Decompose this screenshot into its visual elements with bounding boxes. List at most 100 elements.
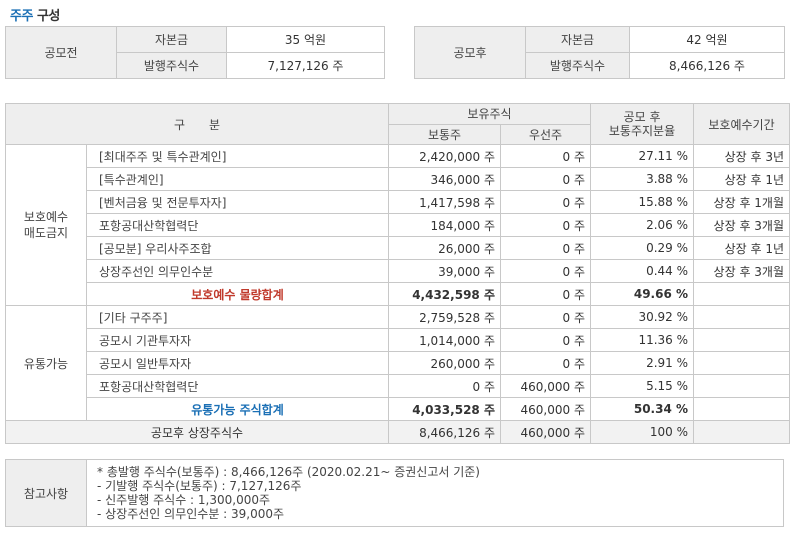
- row-preferred: 0 주: [499, 144, 592, 168]
- table-row: 유통가능 [기타 구주주] 2,759,528 주 0 주 30.92 %: [5, 305, 791, 421]
- row-lockup: [693, 328, 791, 352]
- row-lockup: 상장 후 3개월: [693, 259, 791, 283]
- row-lockup: 상장 후 1년: [693, 236, 791, 260]
- section-title-rest: 구성: [32, 9, 60, 24]
- note-line: * 총발행 주식수(보통주) : 8,466,126주 (2020.02.21~…: [97, 465, 480, 479]
- total-ratio: 100 %: [590, 420, 695, 444]
- notes-label: 참고사항: [5, 459, 87, 527]
- row-lockup: 상장 후 3년: [693, 144, 791, 168]
- before-capital-value: 35 억원: [226, 26, 385, 53]
- header-lockup: 보호예수기간: [693, 103, 791, 145]
- row-common: 2,420,000 주: [388, 144, 501, 168]
- table-row: 공모시 일반투자자 260,000 주 0 주 2.91 %: [6, 351, 791, 375]
- row-name: 포항공대산학협력단: [86, 374, 389, 398]
- row-lockup: [693, 374, 791, 398]
- row-name: [기타 구주주]: [86, 305, 389, 329]
- row-preferred: 0 주: [499, 328, 592, 352]
- group-lockup-label: 보호예수 매도금지: [5, 144, 87, 306]
- row-ratio: 2.91 %: [590, 351, 695, 375]
- row-preferred: 0 주: [499, 190, 592, 214]
- header-common: 보통주: [388, 123, 501, 145]
- header-holdings: 보유주식: [387, 103, 592, 125]
- shareholder-table: 구 분 보유주식 공모 후 보통주지분율 보호예수기간 보통주 우선주 보호예수…: [5, 103, 791, 444]
- row-ratio: 15.88 %: [590, 190, 695, 214]
- before-label: 공모전: [5, 26, 117, 79]
- total-row: 공모후 상장주식수 8,466,126 주 460,000 주 100 %: [5, 420, 791, 444]
- row-name: 공모시 일반투자자: [86, 351, 389, 375]
- row-preferred: 0 주: [499, 213, 592, 237]
- table-row: [특수관계인] 346,000 주 0 주 3.88 % 상장 후 1년: [6, 167, 791, 191]
- table-row: 보호예수 매도금지 [최대주주 및 특수관계인] 2,420,000 주 0 주…: [5, 144, 791, 306]
- row-name: 포항공대산학협력단: [86, 213, 389, 237]
- total-period: [693, 420, 791, 444]
- header-preferred: 우선주: [499, 123, 592, 145]
- section-title: 주주 구성: [10, 5, 60, 24]
- note-line: - 상장주선인 의무인수분 : 39,000주: [97, 507, 285, 521]
- table-row: [공모분] 우리사주조합 26,000 주 0 주 0.29 % 상장 후 1년: [6, 236, 791, 260]
- row-common: 1,014,000 주: [388, 328, 501, 352]
- table-row: 상장주선인 의무인수분 39,000 주 0 주 0.44 % 상장 후 3개월: [6, 259, 791, 283]
- before-shares-label: 발행주식수: [116, 52, 227, 79]
- capital-after-table: 공모후 자본금 42 억원 발행주식수 8,466,126 주: [414, 26, 785, 79]
- lockup-subtotal-preferred: 0 주: [499, 282, 592, 306]
- tradable-subtotal-label: 유통가능 주식합계: [86, 397, 389, 421]
- after-shares-label: 발행주식수: [525, 52, 630, 79]
- header-ratio: 공모 후 보통주지분율: [590, 103, 695, 145]
- notes-table: 참고사항 * 총발행 주식수(보통주) : 8,466,126주 (2020.0…: [5, 459, 784, 527]
- tradable-subtotal-period: [693, 397, 791, 421]
- row-lockup: [693, 351, 791, 375]
- row-preferred: 0 주: [499, 259, 592, 283]
- row-ratio: 30.92 %: [590, 305, 695, 329]
- row-name: [벤처금융 및 전문투자자]: [86, 190, 389, 214]
- row-lockup: 상장 후 1년: [693, 167, 791, 191]
- table-row: [벤처금융 및 전문투자자] 1,417,598 주 0 주 15.88 % 상…: [6, 190, 791, 214]
- note-line: - 기발행 주식수(보통주) : 7,127,126주: [97, 479, 302, 493]
- lockup-subtotal-ratio: 49.66 %: [590, 282, 695, 306]
- row-preferred: 0 주: [499, 351, 592, 375]
- row-ratio: 11.36 %: [590, 328, 695, 352]
- after-label: 공모후: [414, 26, 526, 79]
- row-common: 2,759,528 주: [388, 305, 501, 329]
- total-label: 공모후 상장주식수: [5, 420, 389, 444]
- row-name: [공모분] 우리사주조합: [86, 236, 389, 260]
- tradable-subtotal-preferred: 460,000 주: [499, 397, 592, 421]
- lockup-subtotal-common: 4,432,598 주: [388, 282, 501, 306]
- header-category: 구 분: [5, 103, 389, 145]
- total-preferred: 460,000 주: [499, 420, 592, 444]
- row-common: 0 주: [388, 374, 501, 398]
- row-common: 346,000 주: [388, 167, 501, 191]
- after-shares-value: 8,466,126 주: [629, 52, 785, 79]
- row-preferred: 0 주: [499, 236, 592, 260]
- row-name: 상장주선인 의무인수분: [86, 259, 389, 283]
- subtotal-row: 보호예수 물량합계 4,432,598 주 0 주 49.66 %: [6, 282, 791, 306]
- after-capital-label: 자본금: [525, 26, 630, 53]
- row-name: 공모시 기관투자자: [86, 328, 389, 352]
- row-preferred: 0 주: [499, 305, 592, 329]
- row-common: 39,000 주: [388, 259, 501, 283]
- tradable-subtotal-common: 4,033,528 주: [388, 397, 501, 421]
- capital-before-table: 공모전 자본금 35 억원 발행주식수 7,127,126 주: [5, 26, 385, 79]
- section-title-highlight: 주주: [10, 9, 33, 24]
- after-capital-value: 42 억원: [629, 26, 785, 53]
- group-tradable-label: 유통가능: [5, 305, 87, 421]
- tradable-subtotal-ratio: 50.34 %: [590, 397, 695, 421]
- row-preferred: 460,000 주: [499, 374, 592, 398]
- table-row: 공모시 기관투자자 1,014,000 주 0 주 11.36 %: [6, 328, 791, 352]
- row-ratio: 2.06 %: [590, 213, 695, 237]
- note-line: - 신주발행 주식수 : 1,300,000주: [97, 493, 271, 507]
- row-ratio: 0.44 %: [590, 259, 695, 283]
- subtotal-row: 유통가능 주식합계 4,033,528 주 460,000 주 50.34 %: [6, 397, 791, 421]
- row-name: [특수관계인]: [86, 167, 389, 191]
- before-shares-value: 7,127,126 주: [226, 52, 385, 79]
- row-ratio: 3.88 %: [590, 167, 695, 191]
- row-lockup: [693, 305, 791, 329]
- row-common: 26,000 주: [388, 236, 501, 260]
- row-ratio: 27.11 %: [590, 144, 695, 168]
- lockup-subtotal-period: [693, 282, 791, 306]
- lockup-subtotal-label: 보호예수 물량합계: [86, 282, 389, 306]
- row-preferred: 0 주: [499, 167, 592, 191]
- total-common: 8,466,126 주: [388, 420, 501, 444]
- row-common: 260,000 주: [388, 351, 501, 375]
- table-row: 포항공대산학협력단 184,000 주 0 주 2.06 % 상장 후 3개월: [6, 213, 791, 237]
- notes-content: * 총발행 주식수(보통주) : 8,466,126주 (2020.02.21~…: [86, 459, 784, 527]
